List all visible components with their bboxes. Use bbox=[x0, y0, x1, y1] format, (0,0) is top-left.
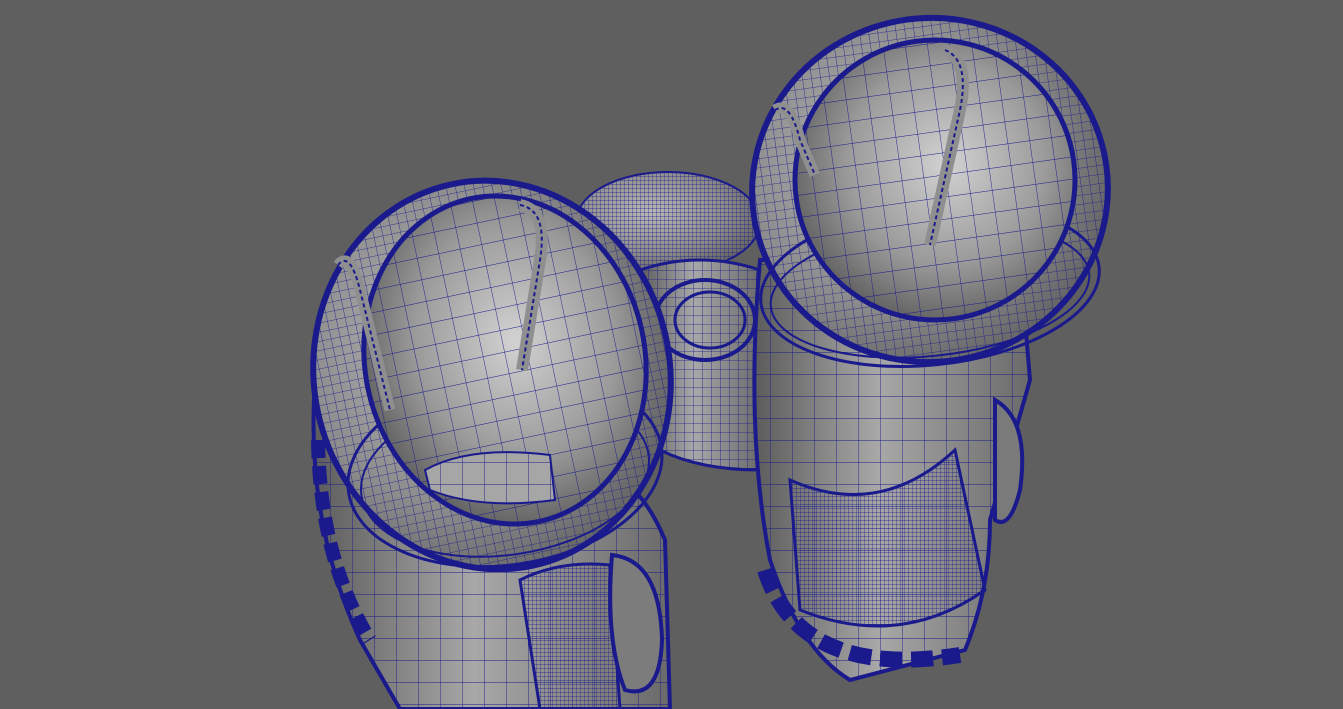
boot-right[interactable] bbox=[730, 0, 1130, 683]
3d-viewport[interactable] bbox=[0, 0, 1343, 709]
viewport-scene[interactable] bbox=[0, 0, 1343, 709]
